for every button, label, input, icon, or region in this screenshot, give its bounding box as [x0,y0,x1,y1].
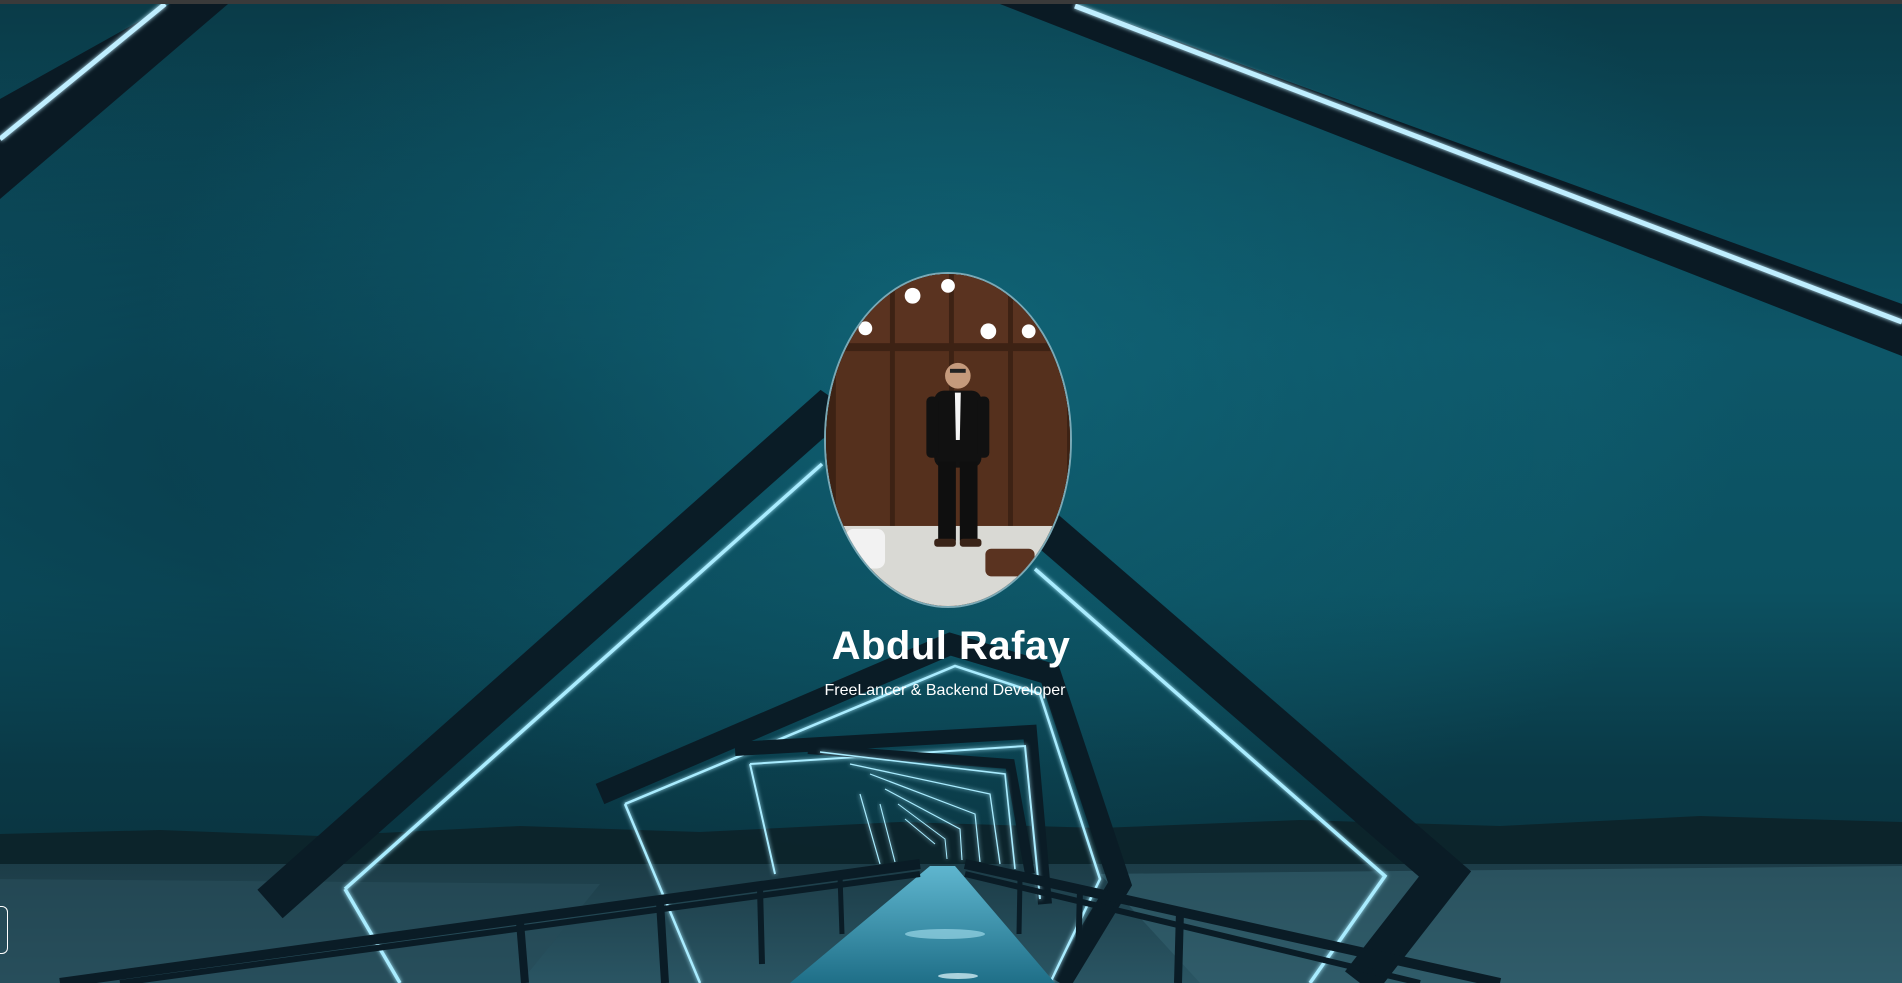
top-right-beam [1000,4,1902,356]
top-left-beam [0,4,228,199]
hero-section: Abdul Rafay FreeLancer & Backend Develop… [0,4,1902,983]
window-top-border [0,0,1902,4]
profile-subtitle: FreeLancer & Backend Developer [824,682,1066,699]
profile-name: Abdul Rafay [831,624,1071,668]
side-panel-toggle-icon[interactable] [0,906,8,954]
profile-photo [824,272,1072,608]
person-portrait-image [826,274,1070,606]
